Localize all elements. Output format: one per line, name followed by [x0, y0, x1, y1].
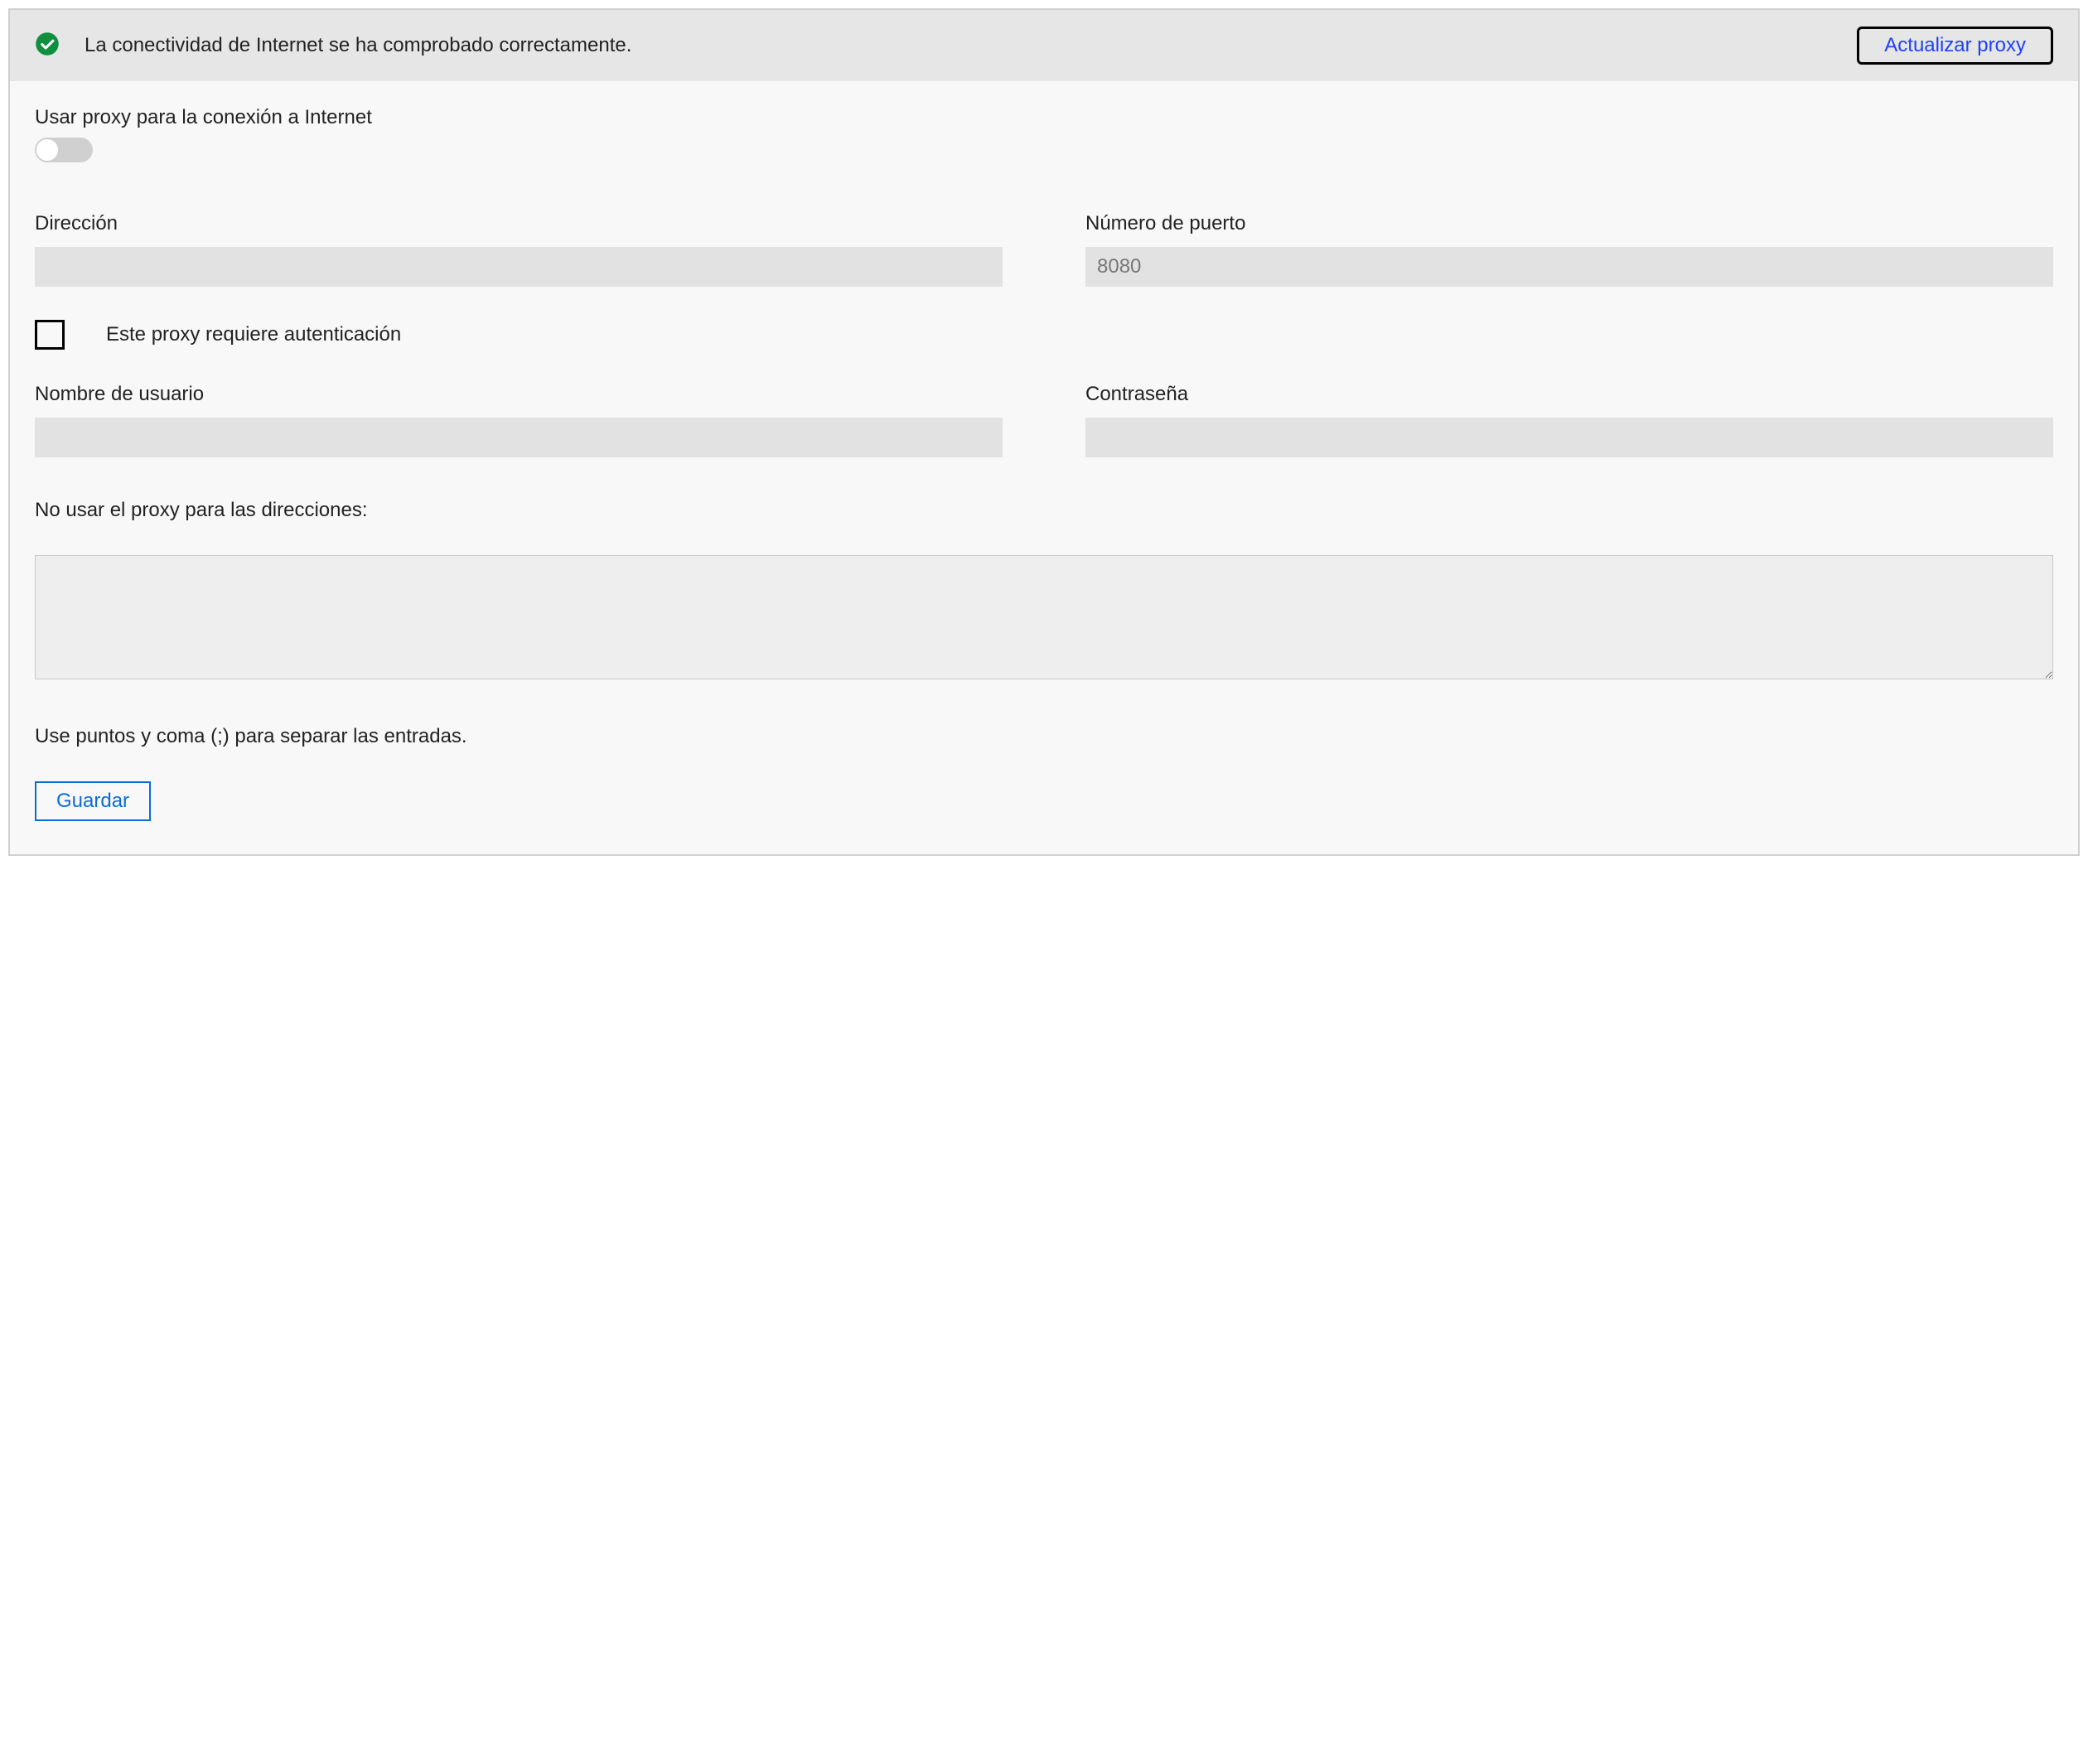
bypass-section: No usar el proxy para las direcciones: U… [35, 499, 2053, 821]
address-port-row: Dirección Número de puerto [35, 212, 2053, 287]
password-label: Contraseña [1085, 383, 2053, 406]
use-proxy-toggle[interactable] [35, 138, 93, 162]
proxy-form: Usar proxy para la conexión a Internet D… [10, 81, 2078, 854]
auth-checkbox-row: Este proxy requiere autenticación [35, 320, 2053, 350]
use-proxy-toggle-label: Usar proxy para la conexión a Internet [35, 106, 2053, 129]
save-button[interactable]: Guardar [35, 781, 151, 821]
bypass-hint: Use puntos y coma (;) para separar las e… [35, 725, 2053, 748]
toggle-knob [36, 139, 58, 161]
proxy-settings-panel: La conectividad de Internet se ha compro… [8, 8, 2080, 856]
status-message: La conectividad de Internet se ha compro… [85, 34, 1832, 57]
password-input[interactable] [1085, 418, 2053, 457]
port-label: Número de puerto [1085, 212, 2053, 235]
username-label: Nombre de usuario [35, 383, 1003, 406]
address-label: Dirección [35, 212, 1003, 235]
port-input[interactable] [1085, 247, 2053, 287]
bypass-textarea[interactable] [35, 555, 2053, 679]
port-field-group: Número de puerto [1085, 212, 2053, 287]
auth-required-checkbox[interactable] [35, 320, 65, 350]
username-input[interactable] [35, 418, 1003, 457]
status-banner: La conectividad de Internet se ha compro… [10, 10, 2078, 81]
check-circle-icon [35, 31, 60, 60]
password-field-group: Contraseña [1085, 383, 2053, 457]
bypass-label: No usar el proxy para las direcciones: [35, 499, 2053, 522]
address-field-group: Dirección [35, 212, 1003, 287]
username-field-group: Nombre de usuario [35, 383, 1003, 457]
refresh-proxy-button[interactable]: Actualizar proxy [1857, 27, 2053, 65]
address-input[interactable] [35, 247, 1003, 287]
credentials-row: Nombre de usuario Contraseña [35, 383, 2053, 457]
auth-checkbox-label: Este proxy requiere autenticación [106, 323, 401, 346]
